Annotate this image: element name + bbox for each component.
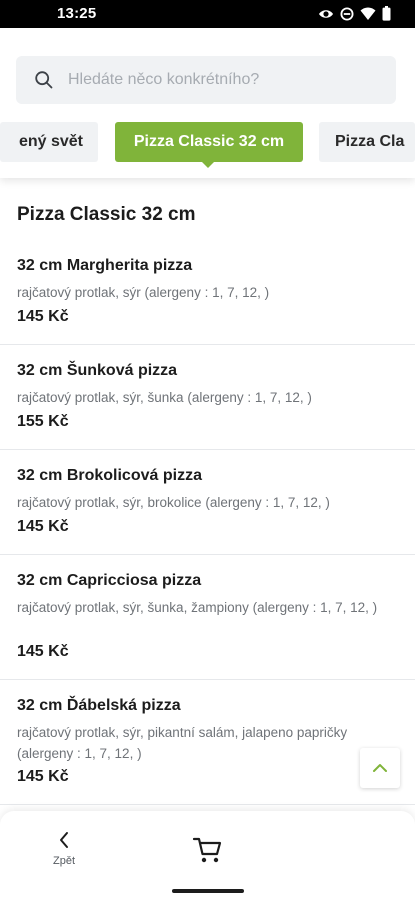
item-price: 145 Kč bbox=[17, 308, 69, 325]
category-tab-next[interactable]: Pizza Cla bbox=[319, 122, 415, 162]
menu-item[interactable]: 32 cm Margherita pizza rajčatový protlak… bbox=[0, 240, 415, 345]
item-description: rajčatový protlak, sýr (alergeny : 1, 7,… bbox=[17, 285, 270, 300]
menu-item[interactable]: 32 cm Brokolicová pizza rajčatový protla… bbox=[0, 450, 415, 555]
top-panel: ený svět Pizza Classic 32 cm Pizza Cla bbox=[0, 28, 415, 178]
category-tab-label: Pizza Classic 32 cm bbox=[133, 133, 285, 150]
item-name: 32 cm Šunková pizza bbox=[17, 362, 178, 379]
item-price: 155 Kč bbox=[17, 413, 69, 430]
scroll-to-top-button[interactable] bbox=[360, 748, 400, 788]
category-tab-pizza-classic-32[interactable]: Pizza Classic 32 cm bbox=[115, 122, 303, 162]
chevron-up-icon bbox=[373, 764, 387, 772]
status-bar: 13:25 bbox=[0, 0, 415, 28]
bottom-navigation: Zpět bbox=[0, 811, 415, 900]
item-description: rajčatový protlak, sýr, šunka, žampiony … bbox=[17, 600, 378, 615]
item-description: rajčatový protlak, sýr, brokolice (alerg… bbox=[17, 495, 330, 510]
section-title: Pizza Classic 32 cm bbox=[17, 204, 196, 225]
item-description: rajčatový protlak, sýr, šunka (alergeny … bbox=[17, 390, 312, 405]
back-label: Zpět bbox=[52, 855, 75, 867]
status-time: 13:25 bbox=[57, 5, 97, 22]
item-description: rajčatový protlak, sýr, pikantní salám, … bbox=[17, 725, 348, 761]
item-price: 145 Kč bbox=[17, 643, 69, 660]
menu-item[interactable]: 32 cm Ďábelská pizza rajčatový protlak, … bbox=[0, 680, 415, 805]
search-box[interactable] bbox=[16, 56, 396, 104]
eye-icon bbox=[319, 9, 333, 18]
category-tab-previous[interactable]: ený svět bbox=[0, 122, 98, 162]
cart-button[interactable] bbox=[192, 835, 224, 865]
wifi-icon bbox=[360, 7, 376, 20]
category-tab-label: Pizza Cla bbox=[335, 133, 405, 150]
item-name: 32 cm Ďábelská pizza bbox=[17, 697, 181, 714]
chevron-left-icon bbox=[60, 832, 68, 848]
category-tab-label: ený svět bbox=[18, 133, 83, 150]
home-indicator bbox=[172, 889, 244, 893]
item-price: 145 Kč bbox=[17, 768, 69, 785]
status-icons bbox=[318, 6, 391, 21]
item-price: 145 Kč bbox=[17, 518, 69, 535]
menu-item[interactable]: 32 cm Capricciosa pizza rajčatový protla… bbox=[0, 555, 415, 680]
back-button[interactable]: Zpět bbox=[44, 831, 84, 875]
item-name: 32 cm Margherita pizza bbox=[17, 257, 193, 274]
search-icon bbox=[35, 71, 53, 89]
menu-item[interactable]: 32 cm Šunková pizza rajčatový protlak, s… bbox=[0, 345, 415, 450]
active-tab-pointer bbox=[202, 162, 214, 168]
item-name: 32 cm Capricciosa pizza bbox=[17, 572, 202, 589]
do-not-disturb-icon bbox=[340, 7, 354, 20]
item-name: 32 cm Brokolicová pizza bbox=[17, 467, 202, 484]
cart-icon bbox=[192, 837, 222, 863]
search-input[interactable] bbox=[68, 56, 388, 104]
battery-icon bbox=[382, 6, 391, 21]
